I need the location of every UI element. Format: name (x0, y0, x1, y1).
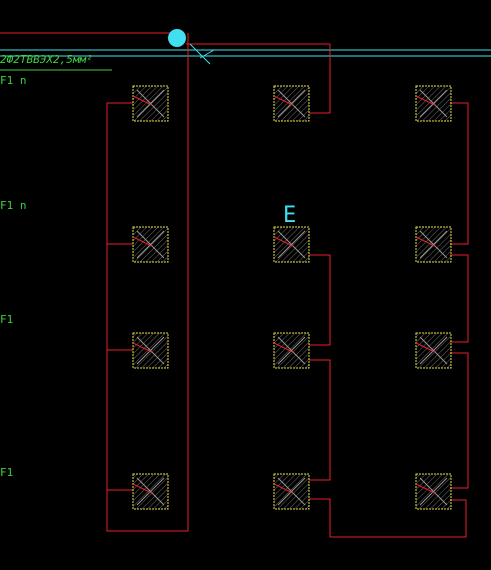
light-fixture[interactable] (132, 85, 169, 122)
light-fixture[interactable] (273, 226, 310, 263)
light-fixture[interactable] (273, 473, 310, 510)
fixture-grid (132, 85, 452, 510)
grid-marker[interactable]: E (283, 203, 296, 228)
light-fixture[interactable] (415, 85, 452, 122)
cable-annotation[interactable]: 2Ф2ТВВЭХ2,5мм² (0, 53, 93, 66)
row-label-3[interactable]: F1 (0, 313, 13, 326)
light-fixture[interactable] (132, 332, 169, 369)
light-fixture[interactable] (415, 332, 452, 369)
row-label-2[interactable]: F1 n (0, 199, 27, 212)
light-fixture[interactable] (273, 85, 310, 122)
light-fixture[interactable] (132, 473, 169, 510)
junction-point[interactable] (168, 29, 186, 47)
wire-column-3[interactable] (450, 102, 469, 489)
light-fixture[interactable] (273, 332, 310, 369)
light-fixture[interactable] (415, 226, 452, 263)
light-fixture[interactable] (415, 473, 452, 510)
light-fixture[interactable] (132, 226, 169, 263)
tick-2 (199, 49, 215, 59)
row-label-1[interactable]: F1 n (0, 74, 27, 87)
row-label-4[interactable]: F1 (0, 466, 13, 479)
cad-drawing-canvas[interactable]: 2Ф2ТВВЭХ2,5мм² F1 n F1 n F1 F1 E (0, 0, 491, 570)
